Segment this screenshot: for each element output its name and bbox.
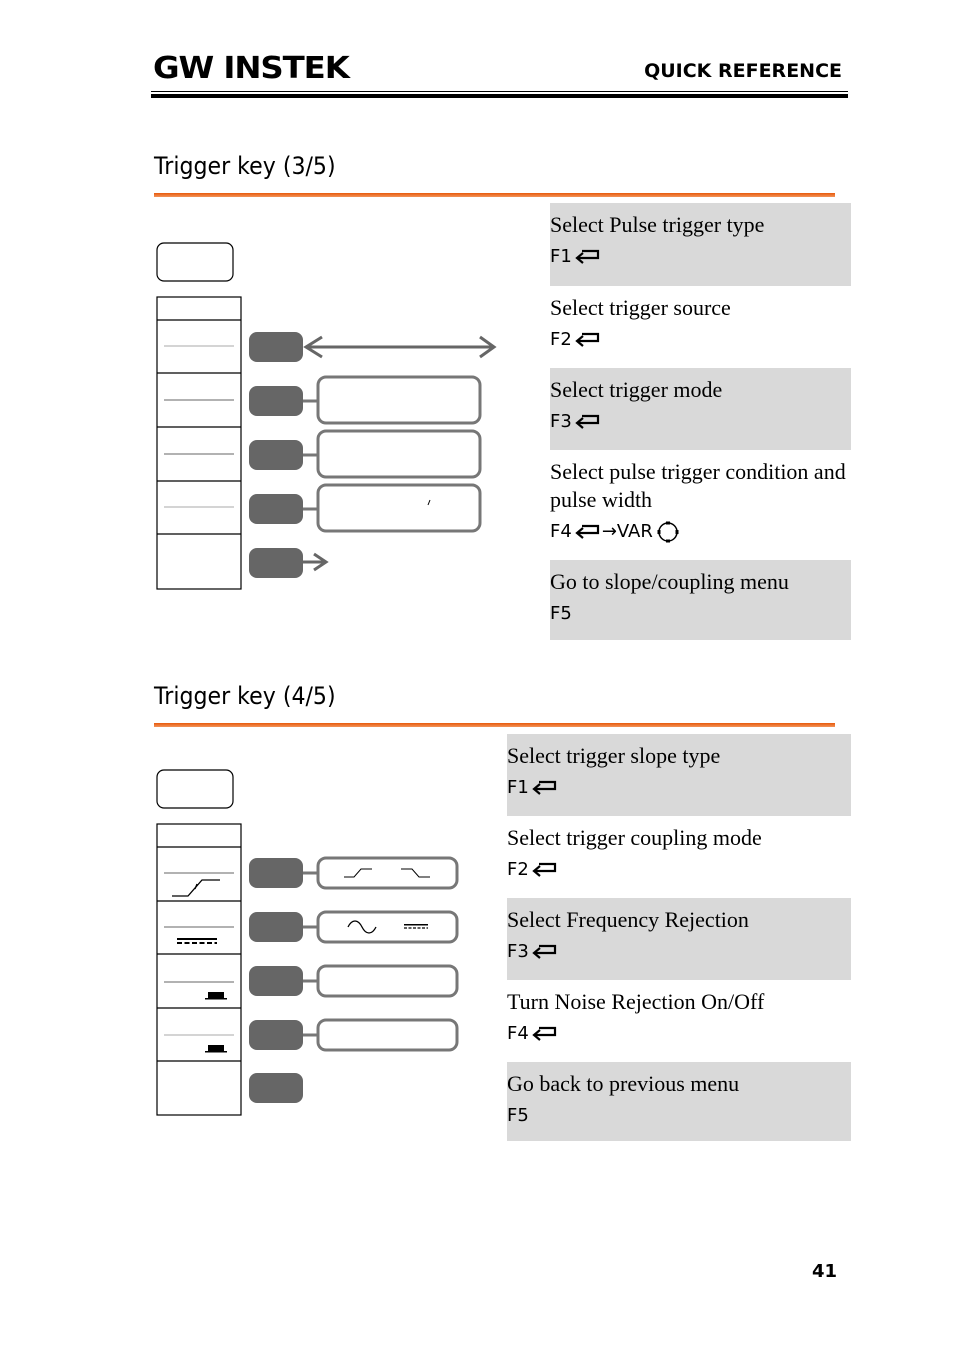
row-description: Select trigger slope type [507,743,721,768]
return-arrow-icon [575,414,599,429]
row-key: F5 [507,1102,851,1130]
row-key: F4 →VAR [550,518,851,546]
function-buttons [249,858,303,1103]
header-rule-thick [151,94,848,98]
return-arrow-icon [575,524,599,539]
function-key-label: F4 [507,1023,529,1044]
header-rule-thin [151,91,848,92]
list-item: Select pulse trigger condition and pulse… [550,450,851,560]
noise-reject-icon [205,1045,227,1053]
return-arrow-icon [532,944,556,959]
trigger-key-outline [156,769,234,809]
var-knob-icon [657,521,679,543]
row-description: Select trigger mode [550,377,723,402]
return-arrow-icon [532,1026,556,1041]
list-item: Select trigger slope type F1 [507,734,851,816]
section-label: QUICK REFERENCE [644,60,842,82]
function-key-label: F5 [507,1105,529,1126]
gw-instek-logo: GW INSTEK [153,51,350,86]
row-description: Select trigger source [550,295,731,320]
screen-menu-column [156,296,242,590]
function-key-label: F5 [550,603,572,624]
var-label: →VAR [601,521,653,542]
section-rule [154,193,835,197]
return-arrow-icon [575,249,599,264]
row-key: F1 [550,243,851,271]
page-number: 41 [812,1261,838,1282]
row-description: Go back to previous menu [507,1071,740,1096]
section-title-trigger-3-5: Trigger key (3/5) [154,152,336,180]
row-key: F3 [507,938,851,966]
list-item: Turn Noise Rejection On/Off F4 [507,980,851,1062]
row-description: Turn Noise Rejection On/Off [507,989,765,1014]
function-key-label: F1 [550,246,572,267]
screen-menu-column [156,823,242,1116]
row-description: Select pulse trigger condition and pulse… [550,459,846,512]
option-boxes [303,856,459,1052]
row-key: F5 [550,600,851,628]
row-description: Select Frequency Rejection [507,907,749,932]
function-buttons [249,332,303,578]
row-key: F2 [550,326,851,354]
trigger-key-outline [156,242,234,282]
row-key: F1 [507,774,851,802]
menu-diagram-3-5 [150,236,510,596]
row-description: Go to slope/coupling menu [550,569,789,594]
function-key-label: F2 [507,859,529,880]
list-item: Go to slope/coupling menu F5 [550,560,851,640]
function-key-label: F2 [550,329,572,350]
return-arrow-icon [532,862,556,877]
function-key-label: F3 [550,411,572,432]
return-arrow-icon [575,332,599,347]
list-item: Select Pulse trigger type F1 [550,203,851,286]
function-key-label: F3 [507,941,529,962]
section-rule [154,723,835,727]
row-key: F4 [507,1020,851,1048]
row-description: Select Pulse trigger type [550,212,765,237]
row-key: F2 [507,856,851,884]
list-item: Go back to previous menu F5 [507,1062,851,1141]
double-arrow-icon [303,335,497,359]
section-title-trigger-4-5: Trigger key (4/5) [154,682,336,710]
option-boxes [303,375,482,533]
list-item: Select trigger mode F3 [550,368,851,450]
right-arrow-icon [303,552,329,572]
list-item: Select trigger source F2 [550,286,851,368]
function-key-label: F1 [507,777,529,798]
return-arrow-icon [532,780,556,795]
row-description: Select trigger coupling mode [507,825,762,850]
list-item: Select Frequency Rejection F3 [507,898,851,980]
reject-off-icon [205,992,227,1000]
row-key: F3 [550,408,851,436]
list-item: Select trigger coupling mode F2 [507,816,851,898]
menu-diagram-4-5 [150,763,480,1123]
function-key-label: F4 [550,521,572,542]
